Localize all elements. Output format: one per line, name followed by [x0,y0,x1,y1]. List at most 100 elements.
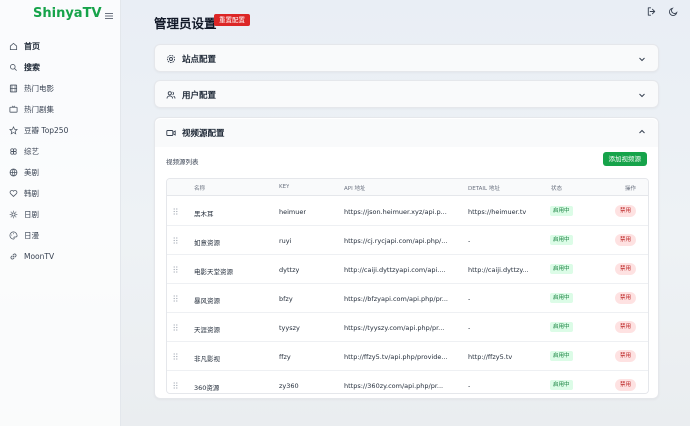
sidebar-item-7[interactable]: 韩剧 [0,183,121,204]
cell-key: tyyszy [279,324,300,332]
cell-name: 非凡影视 [194,355,220,363]
col-header-key: KEY [279,184,290,190]
sidebar-item-label: 豆瓣 Top250 [24,126,69,135]
disable-button[interactable]: 禁用 [615,379,637,391]
theme-toggle-moon-icon[interactable] [668,6,679,17]
sidebar-item-label: 日漫 [24,231,39,240]
sidebar-item-1[interactable]: 搜索 [0,57,121,78]
sidebar-item-10[interactable]: MoonTV [0,246,121,267]
logout-icon[interactable] [646,6,657,17]
site-config-header[interactable]: 站点配置 [155,45,658,73]
cell-key: bfzy [279,295,293,303]
table-scrollbar[interactable] [643,197,646,392]
drag-handle-icon[interactable] [173,382,178,389]
status-badge: 启用中 [550,351,573,361]
sidebar-item-5[interactable]: 综艺 [0,141,121,162]
chevron-down-icon[interactable] [638,55,646,63]
drag-handle-icon[interactable] [173,208,178,215]
sidebar-nav: 首页搜索热门电影 热门剧集豆瓣 Top250 综艺美剧韩剧 日剧日漫 MoonTV [0,36,121,267]
sidebar-item-9[interactable]: 日漫 [0,225,121,246]
palette-icon [9,231,18,240]
site-config-panel[interactable]: 站点配置 [154,44,659,72]
sidebar-item-3[interactable]: 热门剧集 [0,99,121,120]
video-source-list-title: 视频源列表 [166,158,199,166]
col-header-action: 操作 [625,186,637,192]
cell-name: 天涯资源 [194,326,220,334]
status-badge: 启用中 [550,322,573,332]
col-header-status: 状态 [551,186,563,192]
cell-detail-url: https://heimuer.tv [468,208,527,216]
status-badge: 启用中 [550,293,573,303]
menu-toggle-icon[interactable] [104,8,114,19]
disable-button[interactable]: 禁用 [615,350,637,362]
cell-api-url: https://json.heimuer.xyz/api.p... [344,208,447,216]
sidebar-item-2[interactable]: 热门电影 [0,78,121,99]
heart-icon [9,189,18,198]
table-row: 如意资源 ruyi https://cj.rycjapi.com/api.php/.… [167,226,648,255]
col-header-api: API 地址 [344,186,366,192]
user-config-title: 用户配置 [182,91,217,101]
brand-logo[interactable]: ShinyaTV [33,6,102,21]
sun-icon [9,210,18,219]
sidebar-item-label: 搜索 [24,63,40,72]
disable-button[interactable]: 禁用 [615,292,637,304]
sidebar: ShinyaTV 首页搜索热门电影 热门剧集豆瓣 Top250 综艺美剧韩剧 日剧日漫… [0,0,121,426]
add-video-source-button[interactable]: 添加视频源 [602,152,647,166]
table-row: 360资源 zy360 https://360zy.com/api.php/pr..… [167,371,648,393]
cell-key: zy360 [279,382,299,390]
drag-handle-icon[interactable] [173,353,178,360]
table-row: 暴风资源 bfzy https://bfzyapi.com/api.php/pr..… [167,284,648,313]
tv-icon [9,105,18,114]
chevron-up-icon[interactable] [638,128,646,136]
cell-api-url: http://caiji.dyttzyapi.com/api.... [344,266,446,274]
status-badge: 启用中 [550,206,573,216]
table-row: 电影天堂资源 dyttzy http://caiji.dyttzyapi.com/a… [167,255,648,284]
cell-api-url: https://360zy.com/api.php/pr... [344,382,444,390]
cell-name: 如意资源 [194,239,220,247]
status-badge: 启用中 [550,264,573,274]
cell-key: ffzy [279,353,291,361]
globe-icon [9,168,18,177]
film-icon [9,84,18,93]
disable-button[interactable]: 禁用 [615,263,637,275]
disable-button[interactable]: 禁用 [615,205,637,217]
clover-icon [9,147,18,156]
table-header: 名称 KEY API 地址 DETAIL 地址 状态 操作 [167,179,648,196]
cell-api-url: http://ffzy5.tv/api.php/provide... [344,353,448,361]
cell-api-url: https://tyyszy.com/api.php/pr... [344,324,445,332]
table-row: 黑木耳 heimuer https://json.heimuer.xyz/api.p… [167,197,648,226]
sidebar-item-4[interactable]: 豆瓣 Top250 [0,120,121,141]
col-header-detail: DETAIL 地址 [468,186,500,192]
user-config-header[interactable]: 用户配置 [155,81,658,109]
status-badge: 启用中 [550,235,573,245]
user-config-panel[interactable]: 用户配置 [154,80,659,108]
reset-config-button[interactable]: 重置配置 [214,14,250,26]
table-row: 天涯资源 tyyszy https://tyyszy.com/api.php/pr.… [167,313,648,342]
cell-name: 黑木耳 [194,210,214,218]
cell-api-url: https://cj.rycjapi.com/api.php/... [344,237,448,245]
gear-icon [166,54,176,64]
page-title: 管理员设置 [154,16,217,31]
cell-key: heimuer [279,208,307,216]
sidebar-item-6[interactable]: 美剧 [0,162,121,183]
sidebar-item-8[interactable]: 日剧 [0,204,121,225]
search-icon [9,63,18,72]
disable-button[interactable]: 禁用 [615,234,637,246]
sidebar-item-label: 美剧 [24,168,39,177]
video-source-table: 名称 KEY API 地址 DETAIL 地址 状态 操作 黑木耳 heimuer… [166,178,649,394]
chevron-down-icon[interactable] [638,91,646,99]
video-source-header[interactable]: 视频源配置 [155,119,658,147]
drag-handle-icon[interactable] [173,237,178,244]
cell-detail-url: http://caiji.dyttzy... [468,266,529,274]
drag-handle-icon[interactable] [173,266,178,273]
col-header-name: 名称 [194,186,206,192]
drag-handle-icon[interactable] [173,295,178,302]
disable-button[interactable]: 禁用 [615,321,637,333]
video-source-panel: 视频源配置 视频源列表 添加视频源 名称 KEY API 地址 DETAIL 地… [154,117,659,399]
cell-api-url: https://bfzyapi.com/api.php/pr... [344,295,448,303]
sidebar-item-label: 首页 [24,42,40,51]
cell-key: ruyi [279,237,292,245]
sidebar-item-0[interactable]: 首页 [0,36,121,57]
drag-handle-icon[interactable] [173,324,178,331]
cell-name: 360资源 [194,384,220,392]
